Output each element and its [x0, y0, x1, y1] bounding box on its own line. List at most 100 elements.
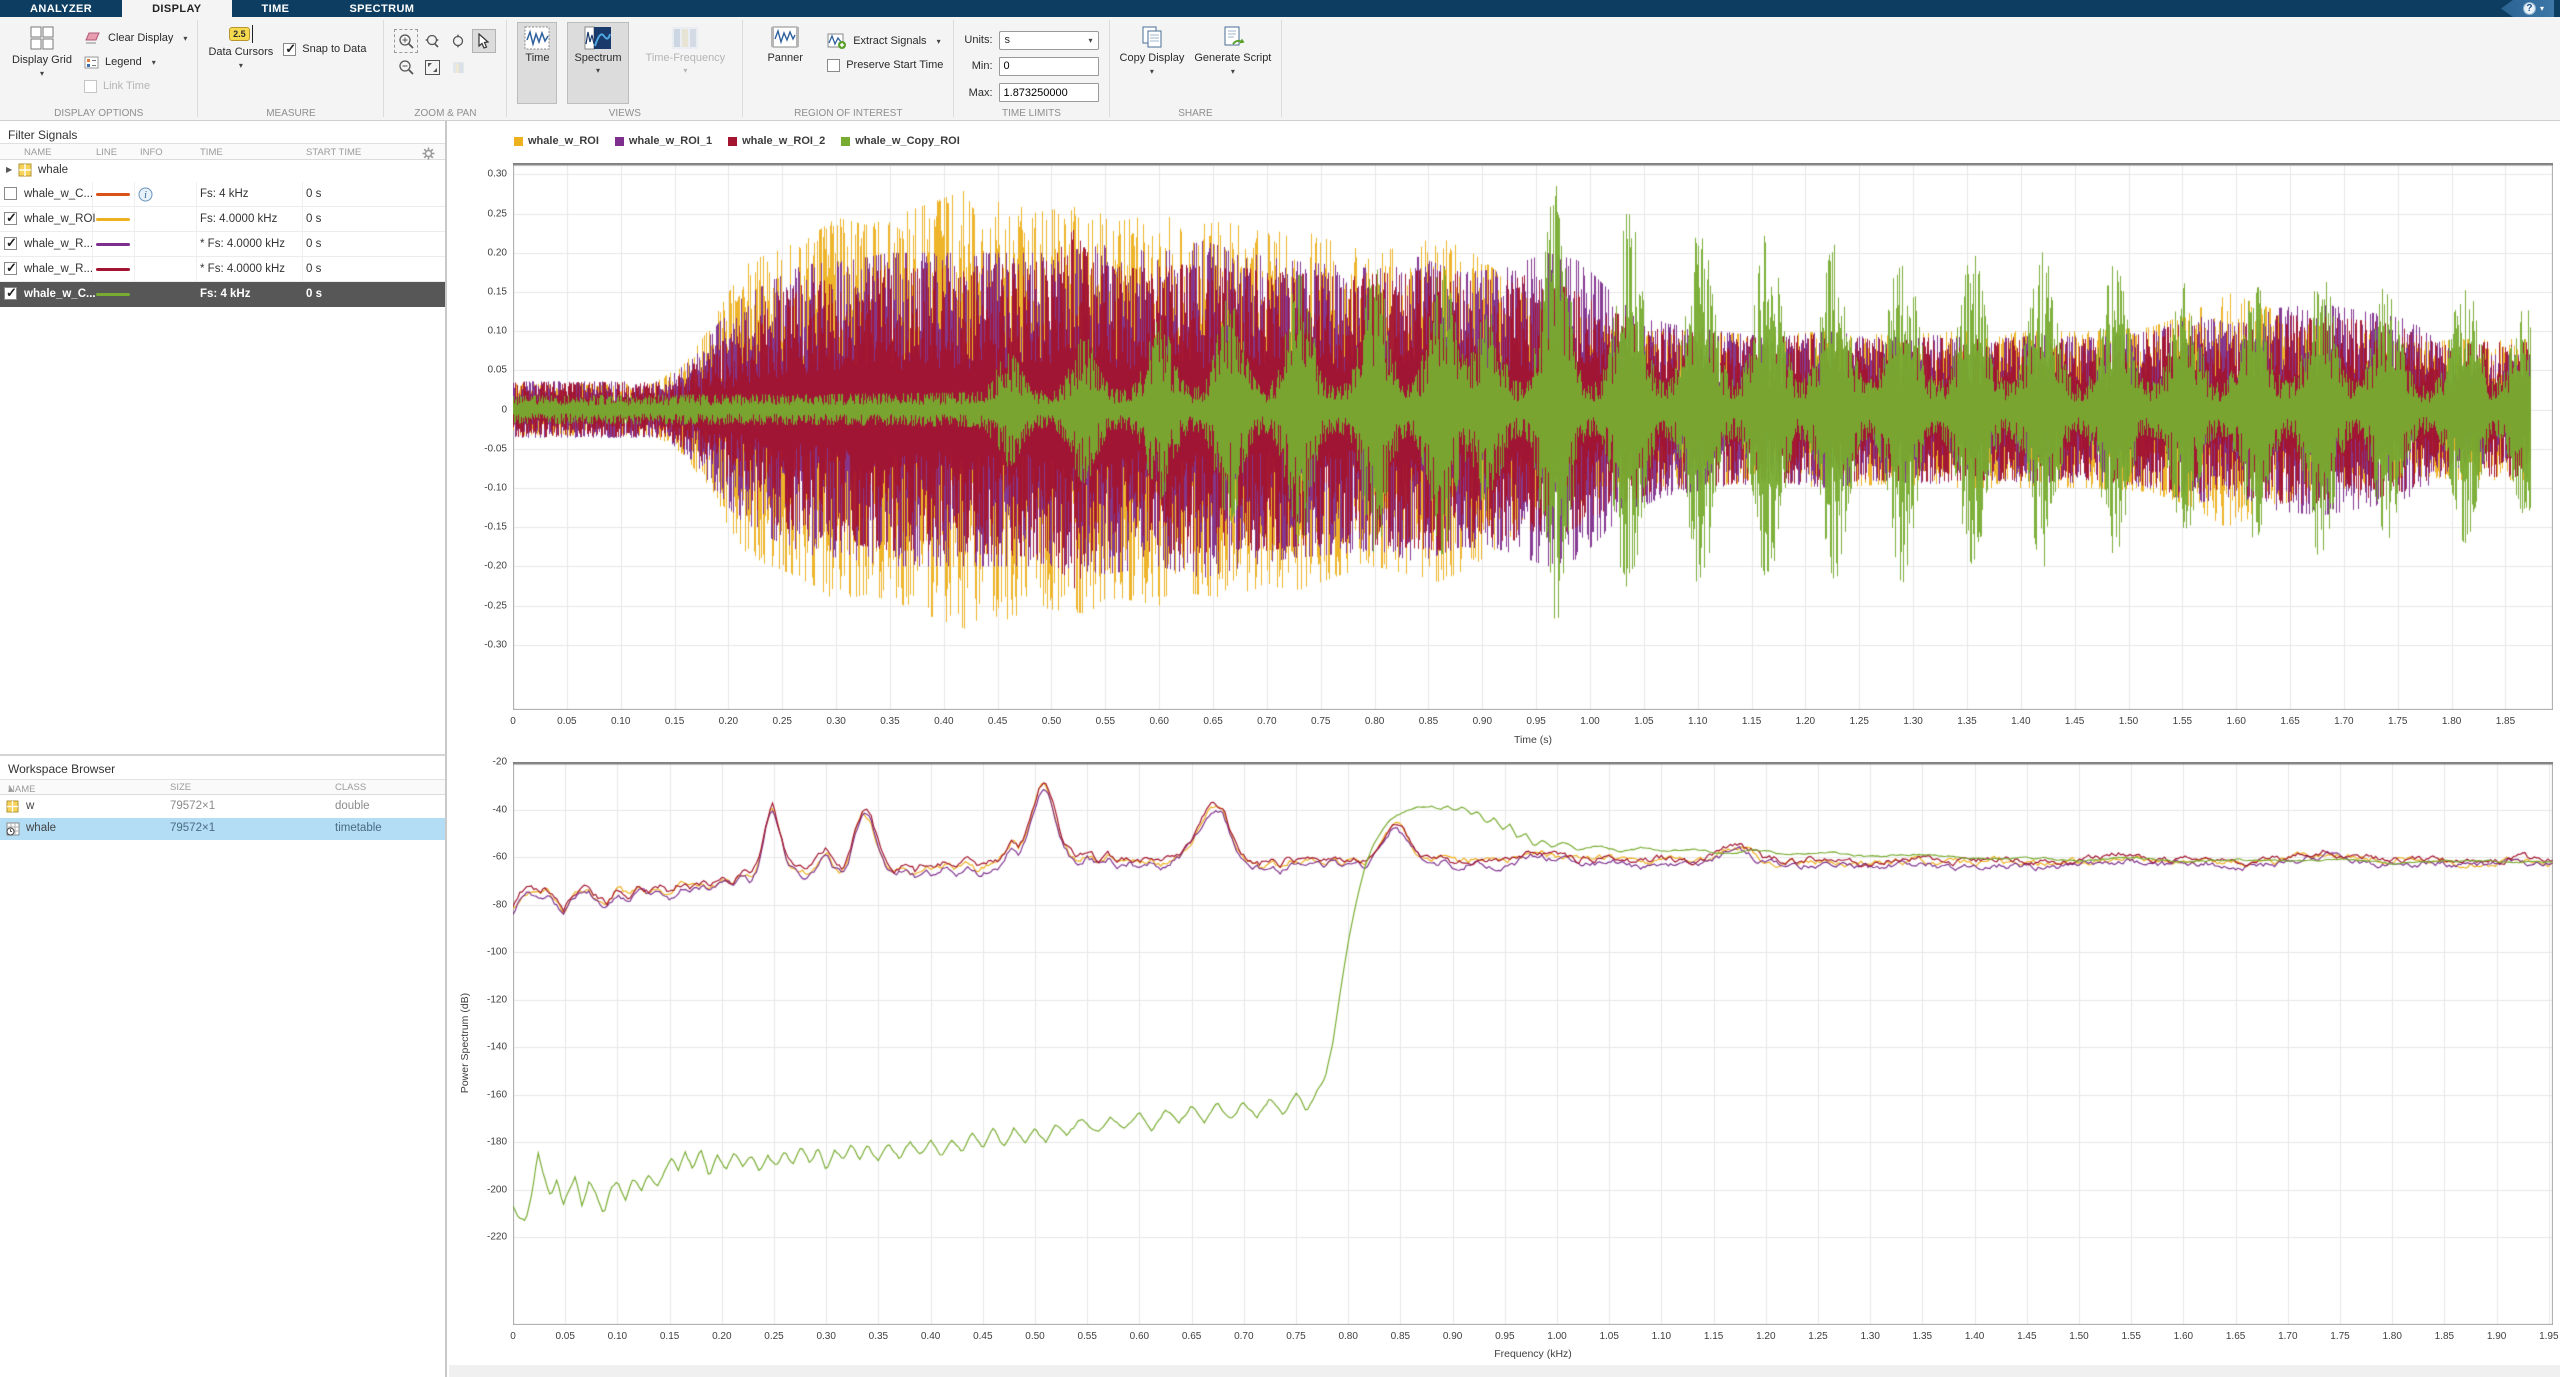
col-info[interactable]: INFO	[140, 147, 163, 158]
workspace-row[interactable]: w 79572×1 double	[0, 796, 445, 818]
legend-item[interactable]: whale_w_ROI_1	[615, 135, 712, 147]
signal-name: whale_w_R...	[24, 263, 93, 275]
panner-button[interactable]: Panner	[753, 22, 817, 104]
min-label: Min:	[964, 60, 992, 72]
tab-analyzer[interactable]: ANALYZER	[0, 0, 122, 17]
checkbox-checked-icon[interactable]	[4, 212, 17, 225]
x-tick-label: 1.45	[2017, 1331, 2036, 1342]
zoom-in-button[interactable]	[394, 29, 418, 53]
matrix-icon	[18, 163, 32, 177]
legend-item[interactable]: whale_w_ROI	[514, 135, 599, 147]
generate-script-label: Generate Script	[1194, 52, 1271, 64]
workspace-row-selected[interactable]: whale 79572×1 timetable	[0, 818, 445, 840]
signal-name: whale_w_C...	[24, 188, 93, 200]
tab-time[interactable]: TIME	[232, 0, 320, 17]
col-class[interactable]: CLASS	[335, 782, 366, 793]
x-tick-label: 1.20	[1756, 1331, 1775, 1342]
col-time[interactable]: TIME	[200, 147, 223, 158]
y-tick-label: 0.30	[451, 169, 507, 180]
filter-signals-header: NAME LINE INFO TIME START TIME	[0, 143, 445, 160]
section-display-options: Display Grid ▾ Clear Display ▾ Legend ▾ …	[0, 17, 197, 120]
copy-display-button[interactable]: Copy Display ▾	[1120, 22, 1185, 104]
legend-item[interactable]: whale_w_Copy_ROI	[841, 135, 960, 147]
preserve-start-time-checkbox[interactable]: Preserve Start Time	[827, 56, 943, 74]
y-tick-label: 0.20	[451, 247, 507, 258]
y-tick-label: -0.30	[451, 639, 507, 650]
zoom-in-y-button[interactable]	[446, 29, 470, 53]
y-tick-label: -0.25	[451, 600, 507, 611]
tab-spectrum[interactable]: SPECTRUM	[319, 0, 444, 17]
var-size: 79572×1	[170, 822, 215, 834]
spectrum-plot-canvas[interactable]	[513, 762, 2553, 1325]
clear-display-button[interactable]: Clear Display ▾	[84, 29, 187, 47]
col-line[interactable]: LINE	[96, 147, 117, 158]
tab-display[interactable]: DISPLAY	[122, 0, 231, 17]
data-cursors-button[interactable]: 2.5 Data Cursors ▾	[208, 22, 273, 104]
checkbox-checked-icon[interactable]	[4, 287, 17, 300]
legend-icon	[84, 56, 99, 69]
signal-row[interactable]: whale_w_R... * Fs: 4.0000 kHz 0 s	[0, 257, 445, 282]
time-plot-canvas[interactable]	[513, 163, 2553, 710]
y-tick-label: 0.15	[451, 287, 507, 298]
y-tick-label: -40	[451, 804, 507, 815]
checkbox-checked-icon[interactable]	[283, 43, 296, 56]
col-size[interactable]: SIZE	[170, 782, 191, 793]
units-select[interactable]: s ▾	[999, 31, 1099, 50]
col-start-time[interactable]: START TIME	[306, 147, 361, 158]
x-tick-label: 0.30	[816, 1331, 835, 1342]
pointer-button[interactable]	[472, 29, 496, 53]
x-tick-label: 0.45	[973, 1331, 992, 1342]
expander-icon[interactable]: ▶	[6, 165, 12, 174]
checkbox-checked-icon[interactable]	[4, 237, 17, 250]
time-view-label: Time	[525, 52, 549, 64]
time-view-button[interactable]: Time	[517, 22, 557, 104]
y-tick-label: -100	[451, 947, 507, 958]
x-tick-label: 0.20	[719, 716, 738, 727]
signal-name: whale_w_ROI	[24, 213, 96, 225]
min-input[interactable]	[999, 57, 1099, 76]
chevron-down-icon[interactable]: ▾	[2540, 4, 2544, 13]
generate-script-button[interactable]: Generate Script ▾	[1194, 22, 1271, 104]
max-input[interactable]	[999, 83, 1099, 102]
extract-signals-icon	[827, 33, 847, 50]
x-tick-label: 0.30	[826, 716, 845, 727]
checkbox-checked-icon[interactable]	[4, 262, 17, 275]
y-tick-label: -0.15	[451, 522, 507, 533]
fit-to-view-button[interactable]	[420, 55, 444, 79]
x-tick-label: 1.65	[2280, 716, 2299, 727]
x-tick-label: 0	[510, 716, 516, 727]
signal-row-selected[interactable]: whale_w_C... Fs: 4 kHz 0 s	[0, 282, 445, 307]
clear-display-label: Clear Display	[108, 32, 173, 44]
extract-signals-button[interactable]: Extract Signals ▾	[827, 32, 943, 50]
info-icon[interactable]: i	[138, 187, 153, 202]
timetable-icon	[6, 822, 20, 836]
snap-to-data-checkbox[interactable]: Snap to Data	[283, 40, 366, 58]
help-icon[interactable]: ?	[2523, 2, 2536, 15]
section-label: VIEWS	[507, 108, 742, 119]
zoom-in-x-button[interactable]	[420, 29, 444, 53]
display-grid-button[interactable]: Display Grid ▾	[10, 22, 74, 104]
legend-button[interactable]: Legend ▾	[84, 53, 187, 71]
zoom-out-button[interactable]	[394, 55, 418, 79]
x-tick-label: 1.85	[2435, 1331, 2454, 1342]
x-tick-label: 1.80	[2442, 716, 2461, 727]
x-tick-label: 0.85	[1391, 1331, 1410, 1342]
checkbox-icon[interactable]	[827, 59, 840, 72]
section-zoom-pan: ZOOM & PAN	[384, 17, 506, 120]
signal-row[interactable]: whale_w_C... i Fs: 4 kHz 0 s	[0, 182, 445, 207]
eraser-icon	[84, 31, 102, 45]
checkbox-icon[interactable]	[4, 187, 17, 200]
x-tick-label: 0.25	[773, 716, 792, 727]
signal-row[interactable]: whale_w_R... * Fs: 4.0000 kHz 0 s	[0, 232, 445, 257]
var-class: timetable	[335, 822, 382, 834]
x-tick-label: 1.65	[2226, 1331, 2245, 1342]
signal-name: whale_w_C...	[24, 288, 96, 300]
x-tick-label: 0.50	[1025, 1331, 1044, 1342]
y-tick-label: -120	[451, 994, 507, 1005]
legend-item[interactable]: whale_w_ROI_2	[728, 135, 825, 147]
signal-group-row[interactable]: ▶ whale	[0, 160, 445, 182]
col-name[interactable]: NAME	[24, 147, 51, 158]
spectrum-view-button[interactable]: Spectrum ▾	[567, 22, 628, 104]
gear-icon[interactable]	[422, 147, 435, 160]
signal-row[interactable]: whale_w_ROI Fs: 4.0000 kHz 0 s	[0, 207, 445, 232]
